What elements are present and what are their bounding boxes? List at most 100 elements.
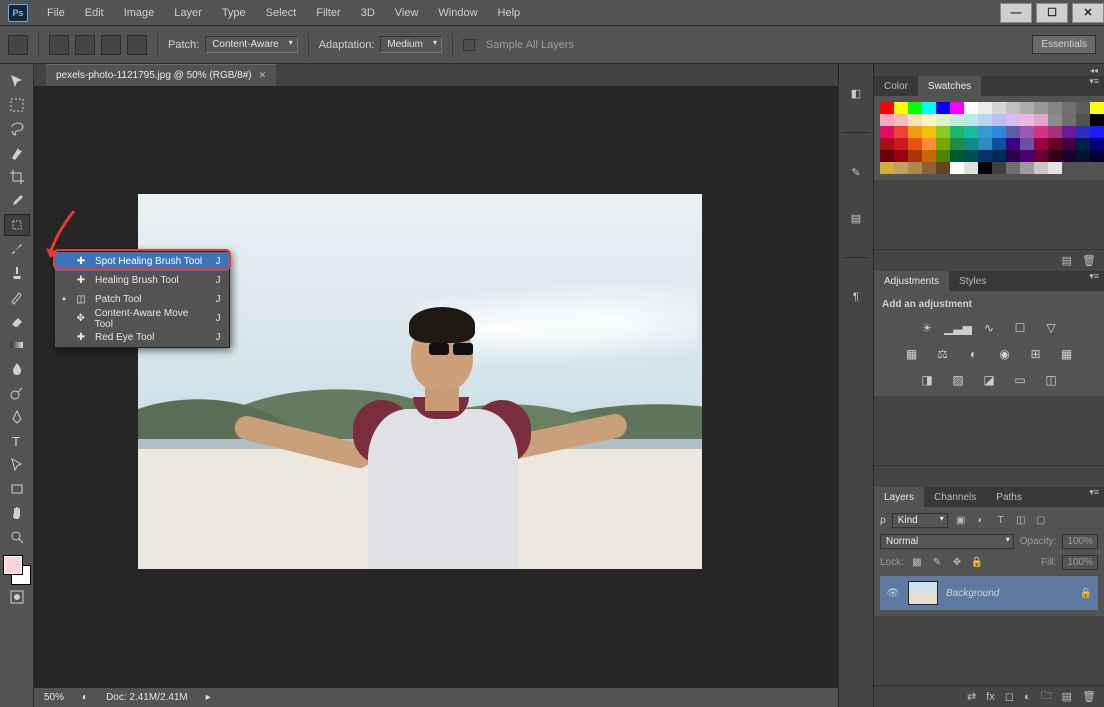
swatch[interactable]: [978, 162, 992, 174]
tab-paths[interactable]: Paths: [986, 487, 1032, 507]
brightness-contrast-icon[interactable]: ☀: [918, 320, 936, 336]
delete-layer-icon[interactable]: 🗑: [1082, 690, 1096, 703]
swatch[interactable]: [922, 150, 936, 162]
move-tool[interactable]: [4, 70, 30, 92]
swatch[interactable]: [992, 114, 1006, 126]
swatch[interactable]: [922, 138, 936, 150]
filter-type-icon[interactable]: T: [994, 514, 1008, 528]
menu-image[interactable]: Image: [115, 3, 164, 23]
close-tab-icon[interactable]: ✕: [259, 70, 267, 81]
fill-value[interactable]: 100%: [1062, 555, 1098, 570]
swatch[interactable]: [936, 102, 950, 114]
paragraph-panel-icon[interactable]: ¶: [846, 288, 866, 306]
swatch[interactable]: [936, 126, 950, 138]
window-maximize-button[interactable]: ☐: [1036, 3, 1068, 23]
tab-color[interactable]: Color: [874, 76, 918, 96]
swatch[interactable]: [1006, 102, 1020, 114]
layer-row-background[interactable]: 👁 Background 🔒: [880, 576, 1098, 610]
selective-color-icon[interactable]: ◫: [1042, 372, 1060, 388]
swatch[interactable]: [1062, 114, 1076, 126]
swatch[interactable]: [908, 162, 922, 174]
swatch[interactable]: [936, 114, 950, 126]
menu-type[interactable]: Type: [213, 3, 255, 23]
link-layers-icon[interactable]: ⇄: [967, 690, 976, 703]
swatch[interactable]: [992, 138, 1006, 150]
lock-position-icon[interactable]: ✥: [950, 556, 964, 570]
swatch[interactable]: [1020, 162, 1034, 174]
swatch[interactable]: [1076, 138, 1090, 150]
swatch[interactable]: [1062, 138, 1076, 150]
swatch[interactable]: [964, 162, 978, 174]
swatch[interactable]: [1020, 150, 1034, 162]
brush-tool[interactable]: [4, 238, 30, 260]
swatch[interactable]: [992, 162, 1006, 174]
preview-icon[interactable]: ◐: [82, 692, 88, 703]
pen-tool[interactable]: [4, 406, 30, 428]
swatch[interactable]: [922, 114, 936, 126]
tab-channels[interactable]: Channels: [924, 487, 986, 507]
swatch[interactable]: [1048, 126, 1062, 138]
swatch[interactable]: [992, 126, 1006, 138]
document-tab[interactable]: pexels-photo-1121795.jpg @ 50% (RGB/8#) …: [46, 64, 276, 86]
swatch[interactable]: [964, 150, 978, 162]
swatch[interactable]: [1034, 138, 1048, 150]
swatch[interactable]: [1006, 114, 1020, 126]
sample-all-layers-checkbox[interactable]: [463, 39, 475, 51]
filter-adjust-icon[interactable]: ◐: [974, 514, 988, 528]
tab-styles[interactable]: Styles: [949, 271, 996, 291]
layers-panel-menu-icon[interactable]: ▾≡: [1084, 487, 1104, 507]
zoom-level[interactable]: 50%: [44, 692, 64, 703]
zoom-tool[interactable]: [4, 526, 30, 548]
swatch[interactable]: [908, 138, 922, 150]
brush-presets-icon[interactable]: ▤: [846, 209, 866, 227]
levels-icon[interactable]: ▁▃▅: [949, 320, 967, 336]
swatch[interactable]: [1062, 126, 1076, 138]
swatch[interactable]: [950, 150, 964, 162]
invert-icon[interactable]: ◨: [918, 372, 936, 388]
swatch[interactable]: [1062, 102, 1076, 114]
opacity-value[interactable]: 100%: [1062, 534, 1098, 549]
menu-window[interactable]: Window: [429, 3, 486, 23]
rectangle-tool[interactable]: [4, 478, 30, 500]
photo-filter-icon[interactable]: ◉: [996, 346, 1014, 362]
lock-transparency-icon[interactable]: ▩: [910, 556, 924, 570]
swatch[interactable]: [1034, 114, 1048, 126]
eyedropper-tool[interactable]: [4, 190, 30, 212]
swatch[interactable]: [936, 150, 950, 162]
swatch[interactable]: [894, 126, 908, 138]
swatch[interactable]: [978, 102, 992, 114]
channel-mixer-icon[interactable]: ⊞: [1027, 346, 1045, 362]
menu-file[interactable]: File: [38, 3, 74, 23]
lasso-tool[interactable]: [4, 118, 30, 140]
blur-tool[interactable]: [4, 358, 30, 380]
swatch[interactable]: [964, 126, 978, 138]
collapse-panels-icon[interactable]: ◂◂: [874, 64, 1104, 76]
workspace-switcher[interactable]: Essentials: [1032, 35, 1096, 54]
posterize-icon[interactable]: ▨: [949, 372, 967, 388]
swatch[interactable]: [894, 162, 908, 174]
healing-brush-tool[interactable]: [4, 214, 30, 236]
hand-tool[interactable]: [4, 502, 30, 524]
quick-selection-tool[interactable]: [4, 142, 30, 164]
color-balance-icon[interactable]: ⚖: [934, 346, 952, 362]
history-panel-icon[interactable]: ◧: [846, 84, 866, 102]
adaptation-dropdown[interactable]: Medium: [380, 36, 442, 53]
new-fill-adjust-icon[interactable]: ◐: [1024, 691, 1031, 703]
swatch[interactable]: [922, 162, 936, 174]
swatch[interactable]: [1020, 138, 1034, 150]
menu-filter[interactable]: Filter: [307, 3, 349, 23]
tab-swatches[interactable]: Swatches: [918, 76, 981, 96]
swatch[interactable]: [1034, 162, 1048, 174]
swatch[interactable]: [992, 150, 1006, 162]
window-minimize-button[interactable]: —: [1000, 3, 1032, 23]
selection-intersect-icon[interactable]: [127, 35, 147, 55]
gradient-tool[interactable]: [4, 334, 30, 356]
window-close-button[interactable]: ✕: [1072, 3, 1104, 23]
swatch[interactable]: [908, 150, 922, 162]
threshold-icon[interactable]: ◪: [980, 372, 998, 388]
swatch[interactable]: [1062, 150, 1076, 162]
swatch[interactable]: [978, 138, 992, 150]
swatch[interactable]: [880, 126, 894, 138]
swatch[interactable]: [1006, 162, 1020, 174]
brush-panel-icon[interactable]: ✎: [846, 163, 866, 181]
